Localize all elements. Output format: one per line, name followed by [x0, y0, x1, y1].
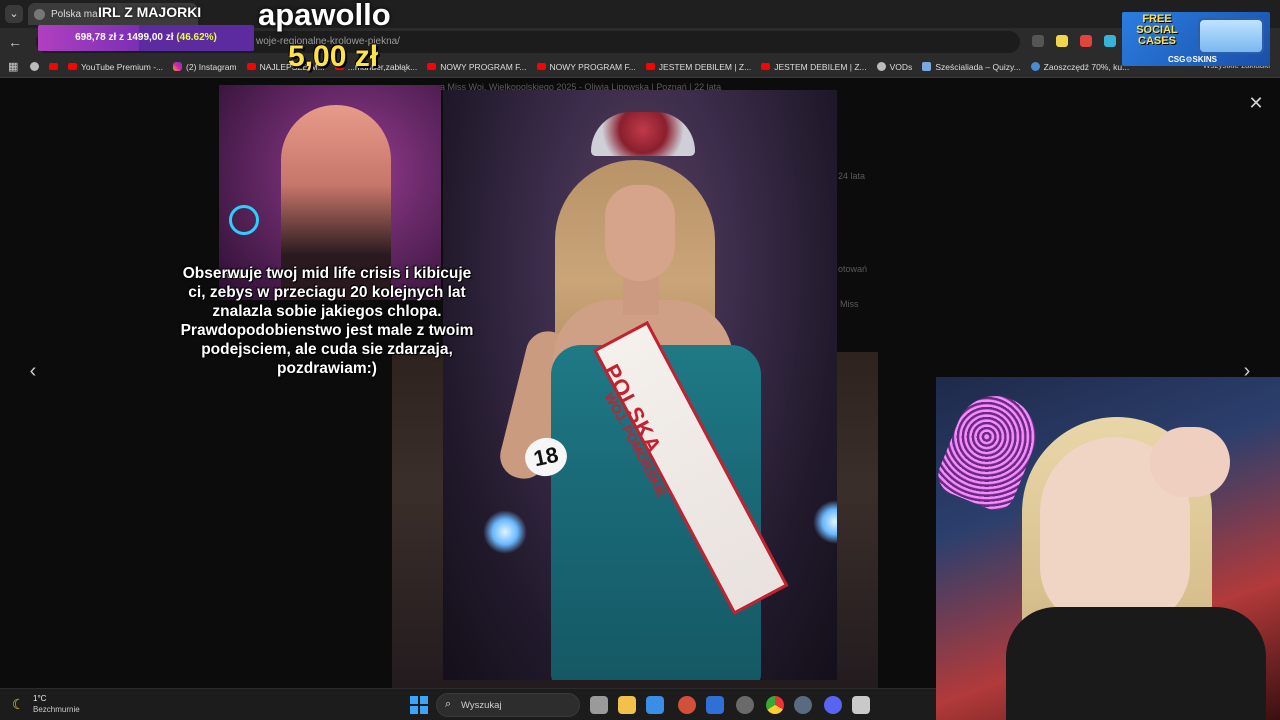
moon-icon[interactable]: ☾	[12, 696, 25, 713]
globe-icon	[876, 62, 886, 71]
promo-title: FREE SOCIAL CASES	[1136, 13, 1178, 47]
start-button[interactable]	[410, 696, 428, 714]
youtube-icon	[536, 63, 546, 70]
task-view-icon[interactable]	[590, 696, 608, 714]
previous-arrow-icon[interactable]: ‹	[20, 360, 46, 382]
youtube-icon	[49, 63, 58, 70]
file-explorer-icon[interactable]	[618, 696, 636, 714]
streamer-camera-large	[936, 377, 1280, 720]
contestant-age: 24 lata	[838, 171, 866, 181]
donation-amount: 5,00 zł	[288, 40, 379, 73]
bookmark-github[interactable]	[30, 62, 39, 71]
goal-separator: z	[119, 32, 125, 43]
bookmark-item[interactable]: NOWY PROGRAM F...	[536, 61, 636, 72]
bookmark-item[interactable]: VODs	[876, 61, 913, 72]
search-placeholder: Wyszukaj	[461, 700, 502, 711]
bookmark-label: Zaoszczędź 70%, ku...	[1043, 61, 1130, 72]
goal-target: 1499,00 zł	[126, 32, 174, 43]
crown	[591, 112, 695, 156]
discord-icon[interactable]	[824, 696, 842, 714]
bookmark-item[interactable]: YouTube Premium -...	[68, 62, 163, 72]
bookmark-item[interactable]	[49, 63, 58, 70]
bookmark-label: YouTube Premium -...	[81, 61, 164, 72]
store-icon[interactable]	[646, 696, 664, 714]
bookmark-label: NOWY PROGRAM F...	[440, 61, 527, 72]
goal-percent: (46.62%)	[176, 32, 217, 43]
bookmark-label: JESTEM DEBILEM | Z...	[774, 61, 867, 72]
taskbar-search[interactable]: ⌕ Wyszukaj	[436, 693, 580, 717]
search-icon: ⌕	[445, 698, 452, 710]
stage-light	[813, 500, 837, 544]
app-icon[interactable]	[852, 696, 870, 714]
bookmark-item[interactable]: Sześcialiada – Quizy...	[922, 61, 1021, 72]
streamer-hand	[1150, 427, 1230, 497]
bookmark-item[interactable]: (2) Instagram	[173, 62, 237, 72]
bookmark-label: (2) Instagram	[186, 61, 237, 72]
contestant-face	[605, 185, 675, 281]
apps-grid-icon[interactable]: ▦	[8, 61, 20, 73]
steam-icon	[1030, 62, 1040, 71]
donor-name: apawollo	[258, 0, 391, 32]
bookmark-label: JESTEM DEBILEM | Z...	[658, 61, 752, 72]
neon-light	[229, 205, 259, 235]
bookmark-item[interactable]: NOWY PROGRAM F...	[427, 61, 527, 72]
youtube-icon	[68, 63, 77, 70]
tab-title: Polska ma	[51, 8, 98, 20]
stream-title: IRL Z MAJORKI	[98, 4, 202, 20]
donation-goal-bar: 698,78 zł z 1499,00 zł (46.62%)	[38, 25, 254, 51]
instagram-icon	[173, 62, 183, 71]
extension-icon[interactable]	[1056, 35, 1068, 47]
youtube-icon	[427, 63, 437, 70]
bookmark-item[interactable]: JESTEM DEBILEM | Z...	[645, 61, 752, 72]
screen: ⌄ Polska ma ← woje-regionalne-krolowe-pi…	[0, 0, 1280, 720]
promo-banner: FREE SOCIAL CASES CSG⚙SKINS	[1122, 12, 1270, 66]
bookmark-label: VODs	[889, 61, 913, 72]
stage-light	[483, 510, 527, 554]
github-icon	[30, 62, 39, 71]
youtube-icon	[761, 63, 771, 70]
bookmark-label: Sześcialiada – Quizy...	[935, 61, 1021, 72]
back-arrow-icon[interactable]: ←	[7, 34, 23, 50]
bookmark-label: NOWY PROGRAM F...	[549, 61, 636, 72]
app-icon[interactable]	[736, 696, 754, 714]
settings-icon[interactable]	[794, 696, 812, 714]
youtube-icon	[645, 63, 655, 70]
lightbox-photo: POLSKA WOJ. POMORSKIE 18	[443, 90, 837, 680]
streamer-body	[1006, 607, 1266, 720]
chrome-icon[interactable]	[766, 696, 784, 714]
app-icon[interactable]	[706, 696, 724, 714]
app-icon[interactable]	[678, 696, 696, 714]
bookmarks-bar: ▦ YouTube Premium -... (2) Instagram NAJ…	[0, 56, 1280, 78]
contestant-neck	[623, 275, 659, 315]
donation-message: Obserwuje twoj mid life crisis i kibicuj…	[180, 265, 474, 377]
bookmark-item[interactable]: JESTEM DEBILEM | Z...	[761, 61, 867, 72]
tab-search-button[interactable]: ⌄	[5, 5, 23, 23]
extension-icon[interactable]	[1032, 35, 1044, 47]
youtube-icon	[246, 63, 256, 70]
case-box-icon	[1198, 18, 1264, 54]
article-text: otowań	[838, 264, 868, 274]
extension-icon[interactable]	[1080, 35, 1092, 47]
goal-current: 698,78 zł	[75, 32, 117, 43]
weather-temperature[interactable]: 1°C	[33, 694, 46, 703]
taskbar: ☾ 1°C Bezchmurnie ⌕ Wyszukaj	[0, 688, 936, 720]
article-text: Miss	[840, 299, 859, 309]
donation-goal-text: 698,78 zł z 1499,00 zł (46.62%)	[38, 25, 254, 51]
promo-brand: CSG⚙SKINS	[1168, 55, 1217, 64]
extension-icon[interactable]	[1104, 35, 1116, 47]
close-icon[interactable]: ✕	[1248, 94, 1264, 112]
quiz-icon	[922, 62, 932, 71]
weather-description[interactable]: Bezchmurnie	[33, 705, 80, 714]
tab-favicon-icon	[34, 8, 45, 20]
bookmark-item[interactable]: Zaoszczędź 70%, ku...	[1030, 61, 1130, 72]
